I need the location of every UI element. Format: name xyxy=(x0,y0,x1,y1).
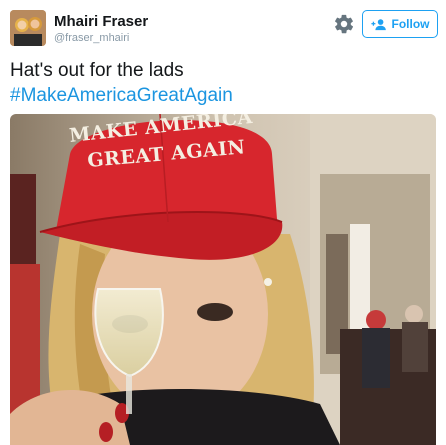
display-name[interactable]: Mhairi Fraser xyxy=(54,13,148,30)
hashtag-link[interactable]: #MakeAmericaGreatAgain xyxy=(10,83,438,108)
avatar-image xyxy=(10,10,46,46)
tweet-body: Hat's out for the lads xyxy=(10,60,184,81)
user-handle[interactable]: @fraser_mhairi xyxy=(54,32,129,44)
follow-button[interactable]: Follow xyxy=(362,10,438,38)
tweet-header: Mhairi Fraser @fraser_mhairi Follow xyxy=(0,0,446,56)
follow-button-label: Follow xyxy=(391,17,430,31)
photo-image: MAKE AMERICA GREAT AGAIN xyxy=(10,114,436,445)
tweet-photo[interactable]: MAKE AMERICA GREAT AGAIN xyxy=(10,114,436,445)
add-user-icon xyxy=(370,18,386,30)
tweet-text: Hat's out for the lads #MakeAmericaGreat… xyxy=(10,58,438,108)
avatar[interactable] xyxy=(10,10,46,46)
gear-icon[interactable] xyxy=(333,13,355,35)
